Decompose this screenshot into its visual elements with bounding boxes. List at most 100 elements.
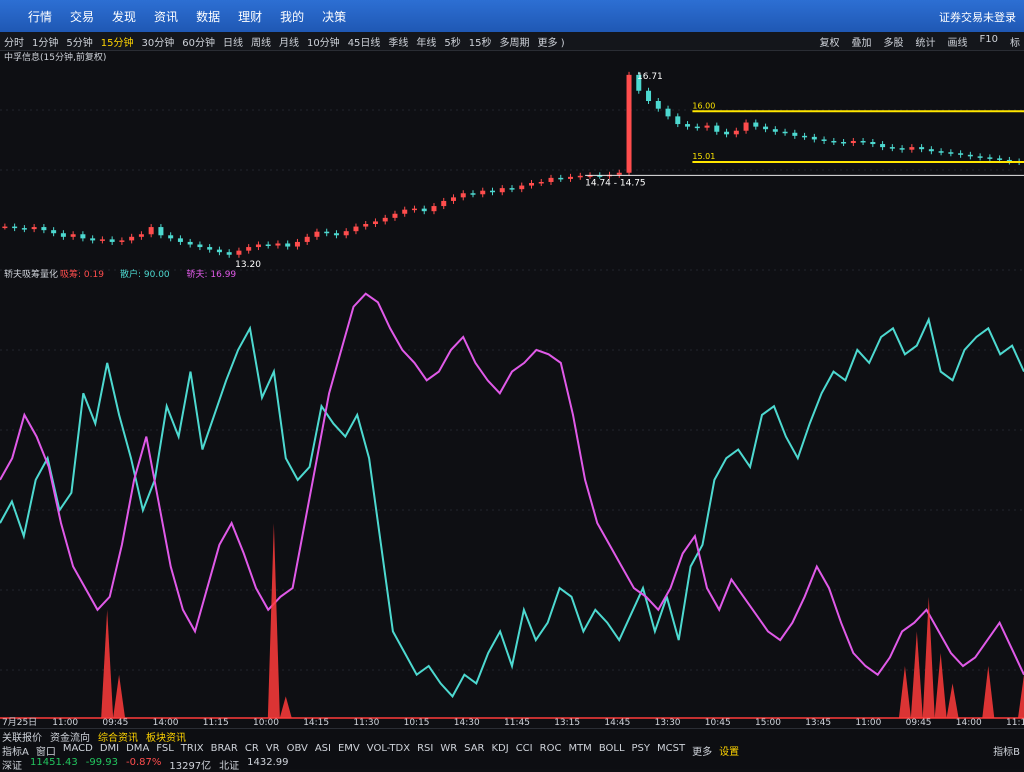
- timeframe-7[interactable]: 周线: [251, 34, 271, 49]
- toolbar-0[interactable]: 复权: [820, 34, 840, 49]
- indicator-tab-10[interactable]: OBV: [287, 743, 308, 758]
- link-3[interactable]: 板块资讯: [146, 729, 186, 744]
- timeframe-15[interactable]: 多周期: [500, 34, 530, 49]
- indicator-tab-2[interactable]: MACD: [63, 743, 93, 758]
- indicator-tab-14[interactable]: RSI: [417, 743, 433, 758]
- candle-body: [675, 116, 681, 125]
- timeframe-16[interactable]: 更多 ): [538, 34, 565, 49]
- candle-body: [99, 239, 105, 241]
- timeframe-6[interactable]: 日线: [223, 34, 243, 49]
- indicator-tab-20[interactable]: MTM: [568, 743, 591, 758]
- time-tick-1: 11:00: [52, 718, 78, 728]
- menu-item-7[interactable]: 决策: [322, 8, 346, 25]
- candle-body: [265, 244, 271, 246]
- indicator-tab-25[interactable]: 设置: [719, 743, 739, 758]
- indicator-tab-24[interactable]: 更多: [692, 743, 712, 758]
- indicator-tab-16[interactable]: SAR: [464, 743, 484, 758]
- price-low-label: 13.20: [235, 260, 261, 270]
- index-value-0: 11451.43: [30, 757, 78, 768]
- stock-chart[interactable]: 中孚信息(15分钟,前复权) 16.7113.2014.74 - 14.7516…: [0, 50, 1024, 728]
- candle-body: [21, 228, 27, 230]
- accumulation-spike: [113, 674, 126, 718]
- indicator-tab-8[interactable]: CR: [245, 743, 259, 758]
- link-0[interactable]: 关联报价: [2, 729, 42, 744]
- menu-item-1[interactable]: 交易: [70, 8, 94, 25]
- candle-body: [402, 209, 408, 214]
- timeframe-list: 分时 1分钟 5分钟 15分钟 30分钟 60分钟 日线 周线 月线 10分钟 45日线 季线 年线 5秒…: [4, 34, 565, 49]
- accumulation-spike: [934, 653, 947, 718]
- timeframe-5[interactable]: 60分钟: [182, 34, 215, 49]
- indicator-tab-7[interactable]: BRAR: [211, 743, 238, 758]
- toolbar-6[interactable]: 标: [1010, 34, 1020, 49]
- toolbar-5[interactable]: F10: [980, 34, 998, 49]
- indicator-tab-9[interactable]: VR: [266, 743, 280, 758]
- accumulation-spike: [982, 666, 995, 718]
- toolbar-1[interactable]: 叠加: [852, 34, 872, 49]
- accumulation-spike: [946, 683, 959, 718]
- login-status[interactable]: 证券交易未登录: [939, 9, 1016, 25]
- indicator-tab-11[interactable]: ASI: [315, 743, 331, 758]
- index-name-1: 北证: [219, 761, 240, 772]
- accumulation-spike: [922, 596, 935, 718]
- menu-item-4[interactable]: 数据: [196, 8, 220, 25]
- indicator-tab-15[interactable]: WR: [440, 743, 457, 758]
- menu-item-2[interactable]: 发现: [112, 8, 136, 25]
- link-2[interactable]: 综合资讯: [98, 729, 138, 744]
- indicator-tab-3[interactable]: DMI: [100, 743, 119, 758]
- indicator-b[interactable]: 指标B: [993, 743, 1020, 758]
- candle-body: [558, 177, 564, 180]
- menu-item-6[interactable]: 我的: [280, 8, 304, 25]
- indicator-tab-13[interactable]: VOL-TDX: [367, 743, 410, 758]
- indicator-tab-0[interactable]: 指标A: [2, 743, 29, 758]
- candle-body: [782, 131, 788, 134]
- toolbar-4[interactable]: 画线: [948, 34, 968, 49]
- menu-item-0[interactable]: 行情: [28, 8, 52, 25]
- toolbar-3[interactable]: 统计: [916, 34, 936, 49]
- candle-body: [294, 241, 300, 247]
- candle-body: [665, 108, 671, 117]
- candle-body: [343, 231, 349, 236]
- indicator-tab-4[interactable]: DMA: [126, 743, 149, 758]
- timeframe-11[interactable]: 季线: [388, 34, 408, 49]
- time-tick-12: 14:45: [604, 718, 630, 728]
- timeframe-9[interactable]: 10分钟: [307, 34, 340, 49]
- timeframe-4[interactable]: 30分钟: [141, 34, 174, 49]
- indicator-tab-5[interactable]: FSL: [156, 743, 174, 758]
- timeframe-8[interactable]: 月线: [279, 34, 299, 49]
- toolbar-2[interactable]: 多股: [884, 34, 904, 49]
- candle-body: [928, 149, 934, 152]
- candle-body: [158, 227, 164, 236]
- indicator-tab-12[interactable]: EMV: [338, 743, 360, 758]
- accumulation-spike: [1018, 674, 1024, 718]
- indicator-tab-22[interactable]: PSY: [632, 743, 651, 758]
- indicator-tab-19[interactable]: ROC: [540, 743, 562, 758]
- timeframe-1[interactable]: 1分钟: [32, 34, 58, 49]
- indicator-tab-1[interactable]: 窗口: [36, 743, 56, 758]
- links-row: 关联报价 资金流向 综合资讯 板块资讯: [2, 729, 186, 744]
- candle-body: [870, 142, 876, 145]
- indicator-tabs: 指标A 窗口 MACD DMI DMA FSL TRIX BRAR CR VR OBV ASI EMV V…: [2, 743, 739, 758]
- timeframe-0[interactable]: 分时: [4, 34, 24, 49]
- candle-body: [831, 140, 837, 143]
- menu-item-3[interactable]: 资讯: [154, 8, 178, 25]
- timeframe-13[interactable]: 5秒: [444, 34, 460, 49]
- timeframe-14[interactable]: 15秒: [469, 34, 492, 49]
- candle-body: [733, 130, 739, 135]
- indicator-tab-21[interactable]: BOLL: [599, 743, 625, 758]
- timeframe-12[interactable]: 年线: [416, 34, 436, 49]
- candle-body: [821, 139, 827, 141]
- indicator-tab-18[interactable]: CCI: [516, 743, 533, 758]
- timeframe-2[interactable]: 5分钟: [66, 34, 92, 49]
- candle-body: [704, 125, 710, 128]
- timeframe-3[interactable]: 15分钟: [101, 34, 134, 49]
- index-value-1: 1432.99: [247, 757, 289, 768]
- menu-item-5[interactable]: 理财: [238, 8, 262, 25]
- price-layer: 16.71 13.20 14.74 - 14.75 16.00 15.01: [2, 71, 1024, 270]
- link-1[interactable]: 资金流向: [50, 729, 90, 744]
- indicator-tab-17[interactable]: KDJ: [491, 743, 508, 758]
- timeframe-10[interactable]: 45日线: [348, 34, 381, 49]
- indicator-tab-23[interactable]: MCST: [657, 743, 685, 758]
- indicator-tab-6[interactable]: TRIX: [181, 743, 204, 758]
- candle-body: [109, 239, 115, 242]
- chart-toolbar: 复权 叠加 多股 统计 画线 F10 标: [820, 34, 1020, 49]
